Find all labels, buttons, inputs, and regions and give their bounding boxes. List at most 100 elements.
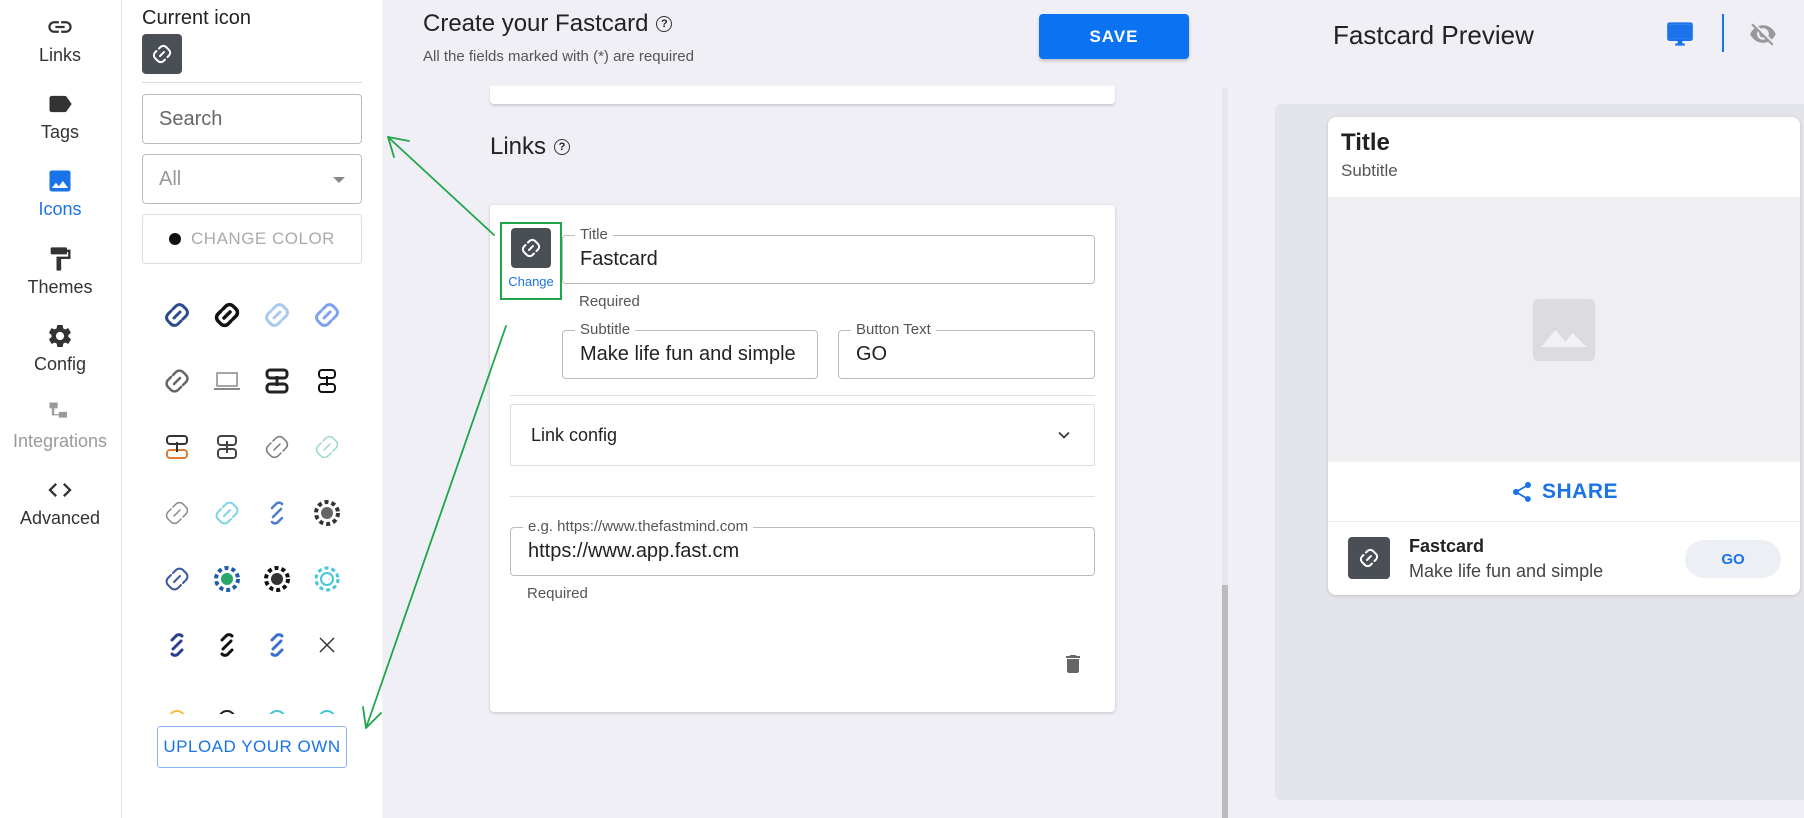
url-helper-text: Required	[527, 585, 588, 602]
chain-link-icon[interactable]	[302, 422, 352, 472]
save-button[interactable]: SAVE	[1039, 14, 1189, 59]
broken-link-icon[interactable]	[202, 620, 252, 670]
nav-label: Themes	[27, 276, 93, 297]
nav-label: Icons	[38, 198, 82, 219]
nav-label: Advanced	[19, 507, 101, 528]
link-icon	[521, 238, 541, 258]
nav-item-tags[interactable]: Tags	[0, 81, 120, 151]
chain-link-icon[interactable]	[202, 488, 252, 538]
image-placeholder-icon	[1532, 298, 1596, 361]
hide-preview-button[interactable]	[1748, 20, 1778, 53]
current-icon-preview	[142, 34, 182, 74]
desktop-view-button[interactable]	[1665, 20, 1695, 53]
chain-link-icon[interactable]	[152, 554, 202, 604]
nav-item-themes[interactable]: Themes	[0, 236, 120, 306]
nav-item-icons[interactable]: Icons	[0, 158, 120, 228]
subtitle-field-label: Subtitle	[575, 321, 636, 338]
links-heading: Links ?	[490, 133, 571, 161]
chain-link-icon[interactable]	[202, 290, 252, 340]
preview-link-row[interactable]: Fastcard Make life fun and simple GO	[1328, 522, 1800, 595]
nav-item-advanced[interactable]: Advanced	[0, 467, 120, 537]
trash-icon	[1066, 655, 1080, 673]
required-fields-note: All the fields marked with (*) are requi…	[423, 48, 694, 65]
delete-link-button[interactable]	[1061, 651, 1085, 682]
section-divider	[510, 496, 1095, 497]
preview-toolbar-divider	[1722, 14, 1724, 52]
chain-link-icon[interactable]	[202, 686, 252, 714]
icon-search-input[interactable]	[142, 94, 362, 144]
title-field[interactable]: Title Fastcard	[562, 226, 1095, 284]
nav-label: Config	[33, 353, 87, 374]
subtitle-field[interactable]: Subtitle Make life fun and simple	[562, 321, 818, 379]
link-editor-card: Change Title Fastcard Required Subtitle …	[490, 205, 1115, 712]
chevron-down-icon	[1058, 431, 1070, 439]
chain-link-icon[interactable]	[252, 686, 302, 714]
current-icon-label: Current icon	[142, 7, 251, 29]
chain-link-icon[interactable]	[252, 290, 302, 340]
gear-icon	[49, 324, 71, 347]
nav-label: Tags	[40, 121, 80, 142]
button-text-field-value: GO	[856, 343, 888, 365]
laptop-link-icon[interactable]	[202, 356, 252, 406]
link-icon	[48, 20, 72, 33]
preview-card-title: Title	[1341, 129, 1390, 156]
broken-link-icon[interactable]	[252, 620, 302, 670]
button-text-field-label: Button Text	[851, 321, 936, 338]
icon-picker-panel: Current icon All CHANGE COLOR	[122, 0, 382, 818]
change-color-button[interactable]: CHANGE COLOR	[142, 214, 362, 264]
help-icon[interactable]: ?	[656, 16, 673, 32]
scrollbar-thumb[interactable]	[1222, 585, 1228, 818]
globe-gear-icon[interactable]	[252, 554, 302, 604]
chain-link-icon[interactable]	[152, 356, 202, 406]
title-field-label: Title	[575, 226, 613, 243]
upload-own-icon-button[interactable]: UPLOAD YOUR OWN	[157, 726, 347, 768]
chain-link-icon[interactable]	[302, 290, 352, 340]
chain-link-icon[interactable]	[152, 422, 202, 472]
button-text-field[interactable]: Button Text GO	[838, 321, 1095, 379]
chain-link-icon[interactable]	[302, 686, 352, 714]
editor-scrollbar[interactable]	[1222, 88, 1228, 818]
preview-go-button[interactable]: GO	[1685, 540, 1781, 578]
preview-link-title: Fastcard	[1409, 536, 1485, 556]
preview-card: Title Subtitle SHARE Fastcard Make life …	[1328, 117, 1800, 595]
change-icon-label: Change	[508, 274, 554, 289]
share-button[interactable]: SHARE	[1328, 462, 1800, 522]
subtitle-field-value: Make life fun and simple	[580, 343, 796, 365]
link-icon	[152, 44, 172, 64]
nav-item-integrations[interactable]: Integrations	[0, 390, 120, 460]
nav-item-links[interactable]: Links	[0, 4, 120, 74]
icon-grid	[152, 290, 362, 714]
help-icon[interactable]: ?	[554, 139, 571, 155]
chain-link-icon[interactable]	[252, 422, 302, 472]
preview-title: Fastcard Preview	[1333, 20, 1534, 50]
url-field[interactable]: e.g. https://www.thefastmind.com https:/…	[510, 518, 1095, 576]
globe-gear-icon[interactable]	[302, 554, 352, 604]
broken-link-icon[interactable]	[152, 620, 202, 670]
url-field-label: e.g. https://www.thefastmind.com	[523, 518, 754, 535]
icon-filter-select[interactable]: All	[142, 154, 362, 204]
paint-roller-icon	[50, 246, 71, 271]
change-icon-button[interactable]: Change	[500, 222, 562, 300]
chain-link-icon[interactable]	[152, 488, 202, 538]
preview-image-placeholder	[1328, 197, 1800, 462]
broken-link-icon[interactable]	[252, 488, 302, 538]
chain-link-icon[interactable]	[152, 686, 202, 714]
previous-section-card	[490, 86, 1115, 104]
chain-link-icon[interactable]	[302, 356, 352, 406]
links-heading-text: Links	[490, 133, 547, 160]
change-color-label: CHANGE COLOR	[191, 229, 335, 248]
globe-gear-icon[interactable]	[302, 488, 352, 538]
chain-link-icon[interactable]	[152, 290, 202, 340]
desktop-icon	[1667, 22, 1693, 46]
link-config-accordion[interactable]: Link config	[510, 404, 1095, 466]
share-label: SHARE	[1541, 479, 1618, 503]
chain-link-icon[interactable]	[252, 356, 302, 406]
title-field-value: Fastcard	[580, 248, 658, 270]
nav-item-config[interactable]: Config	[0, 313, 120, 383]
globe-gear-icon[interactable]	[202, 554, 252, 604]
code-icon	[48, 482, 72, 497]
picker-divider	[142, 82, 362, 83]
broken-link-icon[interactable]	[302, 620, 352, 670]
color-swatch	[169, 233, 182, 245]
chain-link-icon[interactable]	[202, 422, 252, 472]
